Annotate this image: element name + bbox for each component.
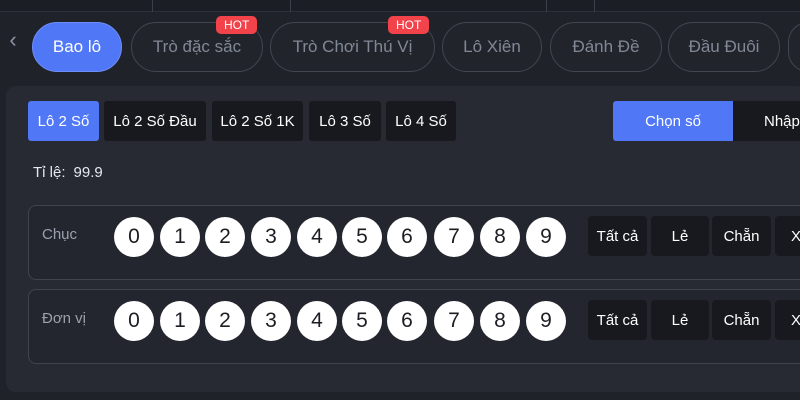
top-strip-divider (594, 0, 595, 12)
digit-ball[interactable]: 1 (160, 217, 200, 257)
tab-label: Đánh Đề (572, 37, 640, 56)
digit-ball[interactable]: 8 (480, 217, 520, 257)
digit-ball[interactable]: 5 (342, 217, 382, 257)
top-strip-divider (546, 0, 547, 12)
row-label: Chục (42, 226, 78, 243)
input-number-button[interactable]: Nhập (733, 101, 800, 141)
digit-ball[interactable]: 3 (251, 217, 291, 257)
digit-ball[interactable]: 0 (114, 301, 154, 341)
tab-label: Trò đặc sắc (152, 37, 242, 56)
row-label: Đơn vị (42, 310, 87, 327)
digit-ball[interactable]: 8 (480, 301, 520, 341)
select-more-button[interactable]: X (775, 216, 800, 256)
subtab-label: Lô 4 Số (395, 112, 447, 130)
tens-row: Chục 0 1 2 3 4 5 6 7 8 9 Tất cả Lẻ Chẵn … (28, 205, 800, 280)
select-odd-button[interactable]: Lẻ (651, 300, 709, 340)
tab-label: Đầu Đuôi (688, 37, 760, 56)
digit-ball[interactable]: 2 (205, 217, 245, 257)
tab-label: Lô Xiên (463, 37, 521, 56)
top-strip-divider (152, 0, 153, 12)
digit-ball[interactable]: 9 (526, 301, 566, 341)
tab-danh-de[interactable]: Đánh Đề (550, 22, 662, 72)
digit-ball[interactable]: 0 (114, 217, 154, 257)
select-number-button[interactable]: Chọn số (613, 101, 733, 141)
odds-ratio-label: Tỉ lệ: (33, 164, 66, 181)
subtab-label: Lô 3 Số (319, 112, 371, 130)
digit-ball[interactable]: 2 (205, 301, 245, 341)
digit-ball[interactable]: 6 (387, 217, 427, 257)
mode-toggle: Chọn số Nhập (613, 101, 800, 141)
tab-label: Trò Chơi Thú Vị (292, 37, 413, 56)
subtab-lo-2-so[interactable]: Lô 2 Số (28, 101, 99, 141)
odds-ratio-value: 99.9 (73, 164, 103, 181)
digit-ball[interactable]: 5 (342, 301, 382, 341)
digit-ball[interactable]: 1 (160, 301, 200, 341)
subtab-lo-3-so[interactable]: Lô 3 Số (309, 101, 381, 141)
tab-lo-xien[interactable]: Lô Xiên (442, 22, 542, 72)
tab-bao-lo[interactable]: Bao lô (32, 22, 122, 72)
select-even-button[interactable]: Chẵn (712, 300, 771, 340)
subtab-lo-2-so-1k[interactable]: Lô 2 Số 1K (212, 101, 303, 141)
select-all-button[interactable]: Tất cả (588, 216, 647, 256)
mode-label: Nhập (764, 112, 800, 130)
units-row: Đơn vị 0 1 2 3 4 5 6 7 8 9 Tất cả Lẻ Chẵ… (28, 289, 800, 364)
subtab-lo-2-so-dau[interactable]: Lô 2 Số Đầu (104, 101, 206, 141)
digit-ball[interactable]: 4 (297, 301, 337, 341)
digit-ball[interactable]: 3 (251, 301, 291, 341)
subtab-label: Lô 2 Số 1K (220, 112, 295, 130)
subtab-label: Lô 2 Số Đầu (113, 112, 197, 130)
top-strip (0, 0, 800, 12)
select-even-button[interactable]: Chẵn (712, 216, 771, 256)
tab-label: Bao lô (52, 37, 102, 56)
select-odd-button[interactable]: Lẻ (651, 216, 709, 256)
chevron-left-icon[interactable]: ‹ (3, 28, 23, 52)
top-strip-divider (290, 0, 291, 12)
select-more-button[interactable]: X (775, 300, 800, 340)
digit-ball[interactable]: 9 (526, 217, 566, 257)
select-all-button[interactable]: Tất cả (588, 300, 647, 340)
hot-badge: HOT (388, 16, 430, 34)
tab-dau-duoi[interactable]: Đầu Đuôi (668, 22, 780, 72)
mode-label: Chọn số (645, 112, 701, 130)
subtab-lo-4-so[interactable]: Lô 4 Số (386, 101, 456, 141)
digit-ball[interactable]: 6 (387, 301, 427, 341)
digit-ball[interactable]: 7 (434, 301, 474, 341)
digit-ball[interactable]: 7 (434, 217, 474, 257)
subtab-label: Lô 2 Số (37, 112, 90, 130)
odds-ratio: Tỉ lệ: 99.9 (33, 164, 111, 181)
tab-overflow[interactable] (788, 22, 800, 72)
hot-badge: HOT (216, 16, 258, 34)
digit-ball[interactable]: 4 (297, 217, 337, 257)
